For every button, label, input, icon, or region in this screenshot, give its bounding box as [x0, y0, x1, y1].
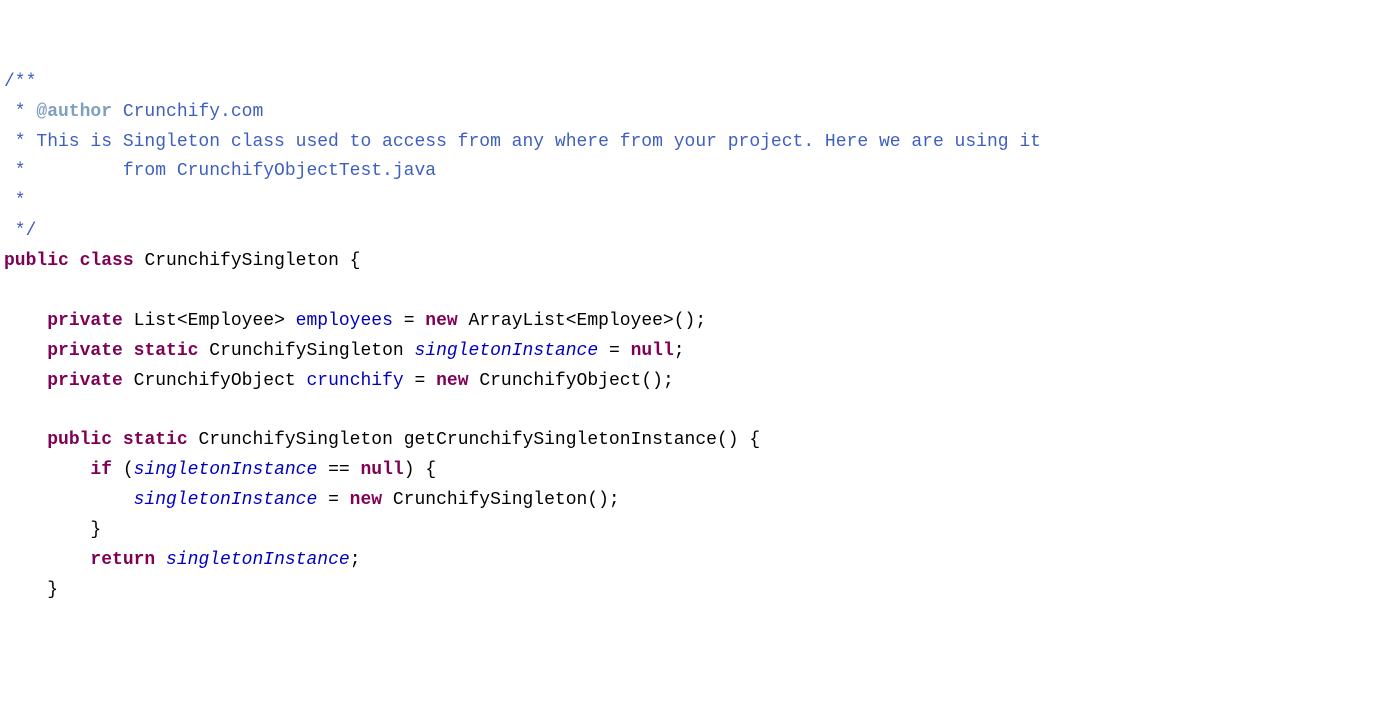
code-token: (: [112, 460, 134, 480]
code-token: */: [4, 221, 36, 241]
code-token: ArrayList<Employee>();: [458, 311, 706, 331]
code-token: static: [123, 430, 188, 450]
code-token: [4, 311, 47, 331]
code-token: employees: [296, 311, 393, 331]
code-token: =: [317, 490, 349, 510]
code-token: new: [350, 490, 382, 510]
code-token: [4, 490, 134, 510]
code-token: singletonInstance: [134, 460, 318, 480]
code-token: List<Employee>: [123, 311, 296, 331]
code-token: * from CrunchifyObjectTest.java: [4, 161, 436, 181]
code-token: [155, 550, 166, 570]
code-token: [4, 430, 47, 450]
code-token: ) {: [404, 460, 436, 480]
code-token: /**: [4, 72, 36, 92]
code-token: ==: [317, 460, 360, 480]
code-token: private: [47, 311, 123, 331]
code-token: [112, 430, 123, 450]
code-token: singletonInstance: [166, 550, 350, 570]
code-token: new: [436, 371, 468, 391]
code-token: [123, 341, 134, 361]
code-token: singletonInstance: [134, 490, 318, 510]
code-token: [69, 251, 80, 271]
code-token: CrunchifySingleton: [198, 341, 414, 361]
code-token: @author: [36, 102, 112, 122]
code-token: return: [90, 550, 155, 570]
code-token: public: [47, 430, 112, 450]
code-token: ;: [350, 550, 361, 570]
code-token: new: [425, 311, 457, 331]
code-token: CrunchifySingleton {: [134, 251, 361, 271]
code-token: CrunchifySingleton getCrunchifySingleton…: [188, 430, 761, 450]
code-token: crunchify: [306, 371, 403, 391]
code-token: =: [598, 341, 630, 361]
code-token: CrunchifyObject();: [469, 371, 674, 391]
code-token: null: [361, 460, 404, 480]
code-token: [4, 371, 47, 391]
code-token: private: [47, 341, 123, 361]
code-token: * This is Singleton class used to access…: [4, 132, 1041, 152]
code-token: *: [4, 102, 36, 122]
code-token: =: [393, 311, 425, 331]
code-token: [4, 341, 47, 361]
code-token: null: [631, 341, 674, 361]
code-token: singletonInstance: [415, 341, 599, 361]
code-token: public: [4, 251, 69, 271]
code-block: /** * @author Crunchify.com * This is Si…: [4, 68, 1376, 606]
code-token: private: [47, 371, 123, 391]
code-token: =: [404, 371, 436, 391]
code-token: }: [4, 580, 58, 600]
code-token: [4, 460, 90, 480]
code-token: ;: [674, 341, 685, 361]
code-token: *: [4, 191, 36, 211]
code-token: CrunchifySingleton();: [382, 490, 620, 510]
code-token: static: [134, 341, 199, 361]
code-token: if: [90, 460, 112, 480]
code-token: Crunchify.com: [112, 102, 263, 122]
code-token: [4, 550, 90, 570]
code-token: class: [80, 251, 134, 271]
code-token: CrunchifyObject: [123, 371, 307, 391]
code-token: }: [4, 520, 101, 540]
